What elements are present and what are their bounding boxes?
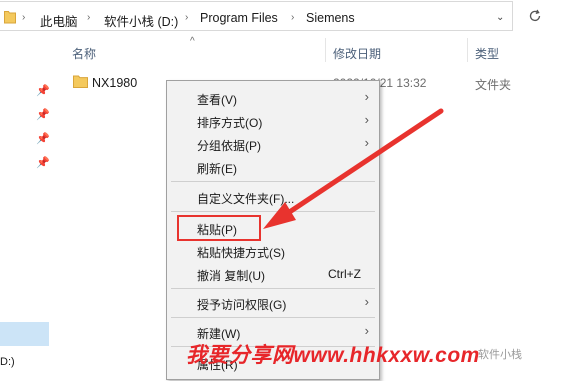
- chevron-right-icon: ›: [364, 112, 369, 127]
- menu-item-refresh[interactable]: 刷新(E): [197, 160, 237, 177]
- nav-drive-label[interactable]: D:): [0, 356, 15, 368]
- address-box[interactable]: › 此电脑 › 软件小栈 (D:) › Program Files › Siem…: [0, 1, 513, 31]
- refresh-icon: [529, 9, 541, 22]
- menu-item-paste[interactable]: 粘贴(P): [197, 221, 237, 238]
- file-name[interactable]: NX1980: [92, 76, 137, 90]
- folder-icon: [4, 10, 16, 27]
- sort-ascending-icon: ^: [190, 36, 195, 47]
- pin-icon[interactable]: 📌: [36, 156, 50, 169]
- refresh-button[interactable]: [523, 5, 547, 27]
- column-header-name[interactable]: 名称: [72, 45, 96, 62]
- menu-item-view[interactable]: 查看(V): [197, 91, 237, 108]
- file-type: 文件夹: [475, 78, 512, 92]
- chevron-right-icon: ›: [364, 294, 369, 309]
- menu-separator: [171, 288, 375, 289]
- chevron-right-icon: ›: [364, 135, 369, 150]
- menu-separator: [171, 317, 375, 318]
- watermark-text: 我要分享网www.hhkxxw.com: [186, 344, 480, 367]
- breadcrumb-this-pc[interactable]: 此电脑: [40, 11, 78, 30]
- menu-item-undo-copy[interactable]: 撤消 复制(U): [197, 267, 265, 284]
- menu-item-group-by[interactable]: 分组依据(P): [197, 137, 261, 154]
- breadcrumb-siemens[interactable]: Siemens: [306, 11, 355, 25]
- breadcrumb-drive-d[interactable]: 软件小栈 (D:): [104, 11, 178, 30]
- nav-selected-item[interactable]: [0, 322, 49, 346]
- menu-item-sort-by[interactable]: 排序方式(O): [197, 114, 262, 131]
- menu-item-give-access[interactable]: 授予访问权限(G): [197, 296, 286, 313]
- chevron-right-icon[interactable]: ›: [185, 12, 188, 23]
- menu-item-customize-folder[interactable]: 自定义文件夹(F)...: [197, 190, 294, 207]
- folder-icon: [73, 75, 88, 91]
- menu-item-paste-shortcut[interactable]: 粘贴快捷方式(S): [197, 244, 285, 261]
- chevron-right-icon: ›: [364, 323, 369, 338]
- pin-icon[interactable]: 📌: [36, 108, 50, 121]
- chevron-right-icon[interactable]: ›: [291, 12, 294, 23]
- chevron-down-icon[interactable]: ⌄: [496, 12, 504, 23]
- watermark-sub: 软件小栈: [478, 349, 522, 361]
- column-header-date[interactable]: 修改日期: [333, 45, 381, 62]
- menu-shortcut-undo: Ctrl+Z: [328, 267, 361, 281]
- menu-separator: [171, 181, 375, 182]
- menu-separator: [171, 211, 375, 212]
- pin-icon[interactable]: 📌: [36, 132, 50, 145]
- breadcrumb-program-files[interactable]: Program Files: [200, 11, 278, 25]
- chevron-right-icon: ›: [364, 89, 369, 104]
- navigation-pane: 📌 📌 📌 📌 D:): [0, 34, 52, 381]
- column-divider[interactable]: [325, 38, 326, 62]
- pin-icon[interactable]: 📌: [36, 84, 50, 97]
- chevron-right-icon[interactable]: ›: [22, 12, 25, 23]
- column-divider[interactable]: [467, 38, 468, 62]
- column-header-type[interactable]: 类型: [475, 45, 499, 62]
- chevron-right-icon[interactable]: ›: [87, 12, 90, 23]
- context-menu: 查看(V) › 排序方式(O) › 分组依据(P) › 刷新(E) 自定义文件夹…: [166, 80, 380, 380]
- address-bar: › 此电脑 › 软件小栈 (D:) › Program Files › Siem…: [0, 0, 563, 34]
